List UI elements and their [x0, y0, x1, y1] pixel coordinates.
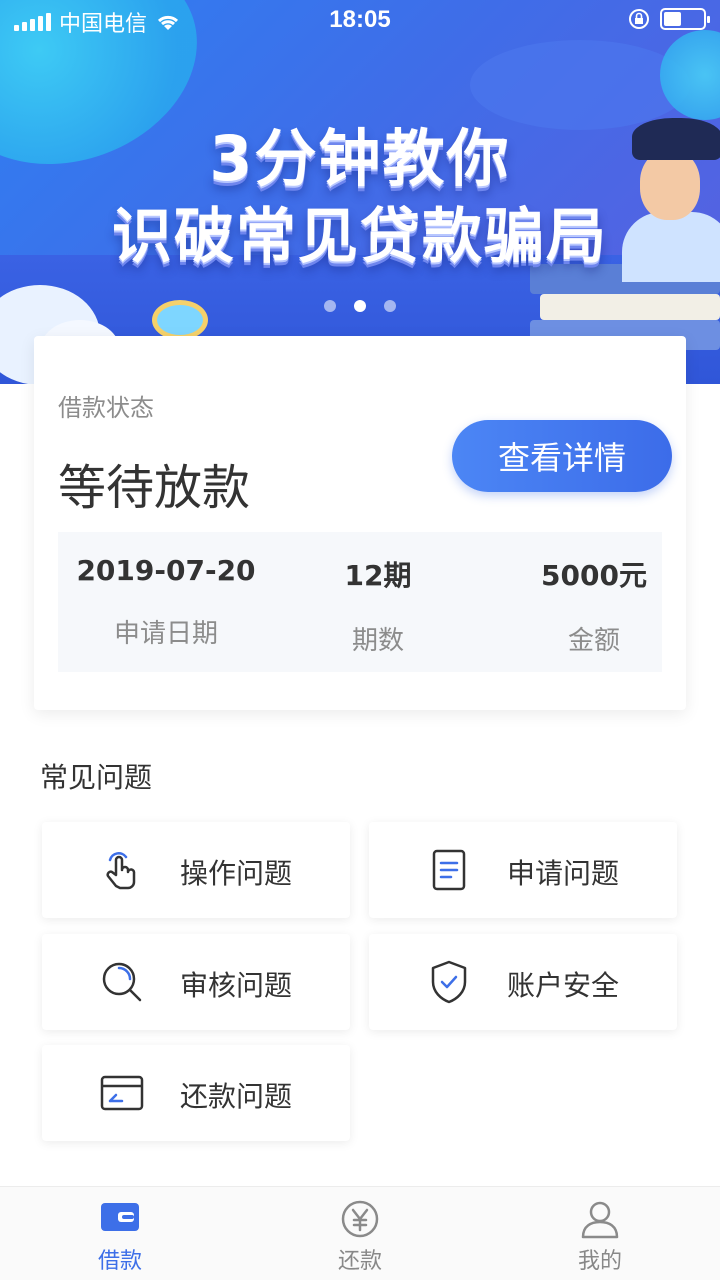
term-value: 12期: [344, 559, 412, 592]
apply-date-column: 2019-07-20 申请日期: [66, 532, 266, 650]
tab-mine-label: 我的: [577, 1249, 622, 1274]
faq-operation-label: 操作问题: [180, 857, 293, 890]
tab-repay-label: 还款: [337, 1249, 382, 1274]
term-column: 12期 期数: [278, 532, 478, 657]
rotation-lock-icon: [629, 9, 649, 29]
status-bar: 中国电信 18:05: [0, 0, 720, 40]
user-icon: [581, 1201, 619, 1239]
promo-banner[interactable]: 3分钟教你 识破常见贷款骗局: [0, 0, 720, 384]
carousel-indicator: [0, 300, 720, 312]
tap-hand-icon: [106, 852, 136, 890]
faq-review-label: 审核问题: [180, 969, 293, 1002]
clock: 18:05: [329, 6, 391, 33]
card-icon: [100, 1075, 144, 1111]
battery-icon: [660, 8, 710, 30]
apply-date-label: 申请日期: [113, 619, 218, 649]
shield-check-icon: [431, 960, 467, 1004]
faq-operation-button[interactable]: 操作问题: [42, 822, 350, 918]
faq-account-security-label: 账户安全: [507, 969, 620, 1002]
amount-label: 金额: [567, 626, 620, 656]
yen-icon: [341, 1200, 379, 1238]
faq-repayment-label: 还款问题: [180, 1080, 293, 1113]
amount-value: 5000元: [541, 559, 647, 592]
faq-section-title: 常见问题: [40, 761, 153, 794]
bottom-tab-bar: 借款 还款 我的: [0, 1186, 720, 1280]
faq-repayment-button[interactable]: 还款问题: [42, 1045, 350, 1141]
banner-headline-line1: 3分钟教你: [209, 122, 511, 195]
loan-status-card: 借款状态 等待放款 查看详情 2019-07-20 申请日期 12期 期数 50…: [34, 336, 686, 710]
apply-date-value: 2019-07-20: [76, 554, 256, 587]
term-label: 期数: [351, 626, 404, 656]
amount-column: 5000元 金额: [494, 532, 694, 657]
banner-headline-line2: 识破常见贷款骗局: [112, 202, 608, 272]
carousel-dot[interactable]: [384, 300, 396, 312]
faq-account-security-button[interactable]: 账户安全: [369, 934, 677, 1030]
tab-borrow-label: 借款: [97, 1249, 142, 1274]
search-icon: [102, 962, 142, 1002]
tab-repay[interactable]: 还款: [240, 1187, 480, 1280]
faq-application-button[interactable]: 申请问题: [369, 822, 677, 918]
tab-mine[interactable]: 我的: [480, 1187, 720, 1280]
document-icon: [432, 849, 466, 891]
faq-application-label: 申请问题: [507, 857, 620, 890]
view-details-button[interactable]: 查看详情: [452, 420, 672, 492]
loan-info-box: 2019-07-20 申请日期 12期 期数 5000元 金额: [58, 532, 662, 672]
loan-status-label: 借款状态: [58, 394, 154, 422]
carousel-dot[interactable]: [324, 300, 336, 312]
wallet-icon: [101, 1203, 139, 1231]
tab-borrow[interactable]: 借款: [0, 1187, 240, 1280]
loan-status-value: 等待放款: [58, 460, 251, 516]
carousel-dot-active[interactable]: [354, 300, 366, 312]
faq-review-button[interactable]: 审核问题: [42, 934, 350, 1030]
